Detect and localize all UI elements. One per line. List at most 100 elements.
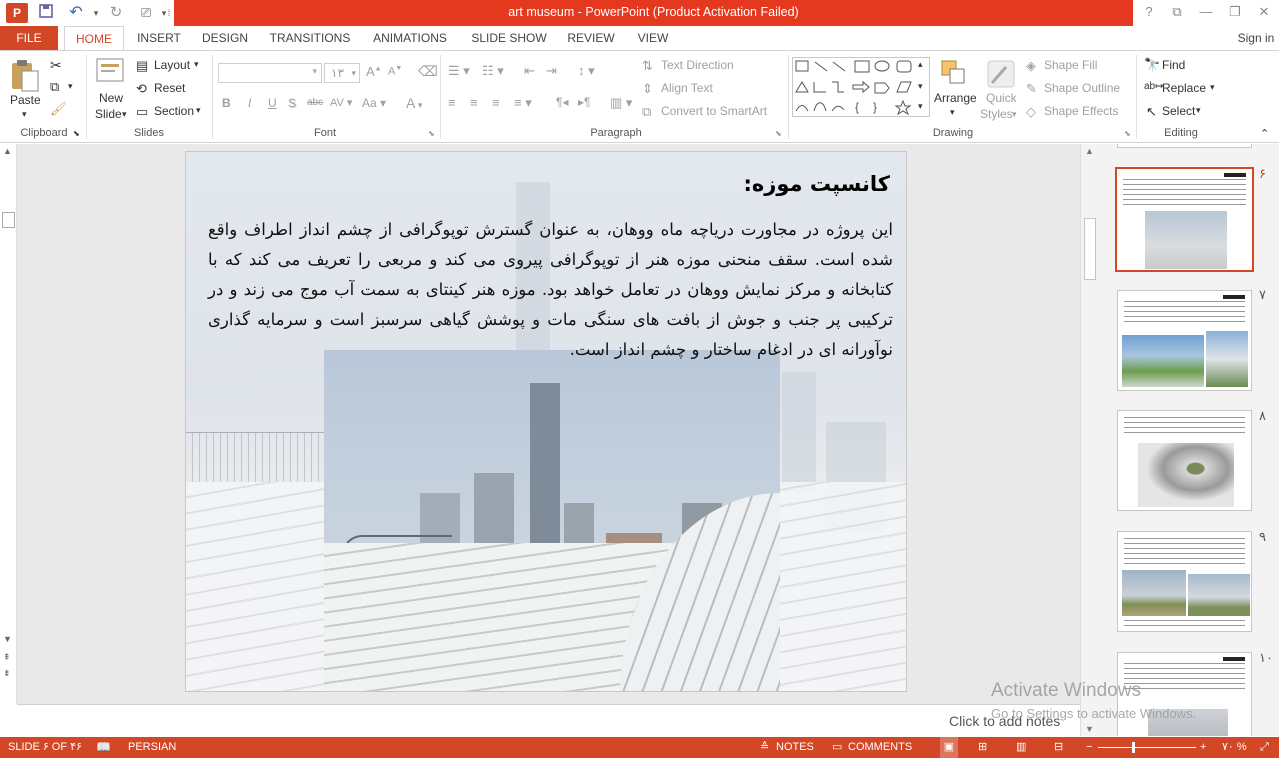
- tab-view[interactable]: VIEW: [632, 26, 674, 50]
- scrollbar-thumb[interactable]: [1084, 218, 1096, 280]
- undo-icon[interactable]: ↶: [66, 3, 86, 23]
- shrink-font-button[interactable]: A▼: [388, 65, 402, 78]
- tab-review[interactable]: REVIEW: [562, 26, 620, 50]
- zoom-level[interactable]: ۷۰ %: [1222, 737, 1247, 758]
- zoom-in-icon[interactable]: +: [1200, 737, 1206, 758]
- text-direction-icon[interactable]: ⇅: [642, 58, 653, 74]
- scroll-down-icon[interactable]: ▼: [3, 634, 12, 644]
- find-button[interactable]: Find: [1162, 58, 1185, 72]
- copy-dropdown-icon[interactable]: ▾: [68, 81, 73, 92]
- italic-button[interactable]: I: [248, 96, 251, 110]
- shapes-gallery[interactable]: {}: [792, 57, 930, 117]
- increase-indent-icon[interactable]: ⇥: [546, 63, 557, 79]
- editor-scrollbar[interactable]: ▲ ▼: [1080, 144, 1098, 736]
- slide-sorter-icon[interactable]: ⊞: [978, 737, 987, 758]
- select-dropdown-icon[interactable]: ▾: [1196, 105, 1201, 116]
- underline-button[interactable]: U: [268, 96, 277, 110]
- help-icon[interactable]: ?: [1135, 0, 1163, 24]
- text-direction-button[interactable]: Text Direction: [661, 58, 734, 72]
- justify-icon[interactable]: ≡ ▾: [514, 95, 532, 111]
- new-slide-icon[interactable]: [94, 55, 126, 87]
- scrollbar-down-icon[interactable]: ▼: [1085, 724, 1094, 734]
- tab-slide-show[interactable]: SLIDE SHOW: [466, 26, 552, 50]
- tab-design[interactable]: DESIGN: [196, 26, 254, 50]
- zoom-out-icon[interactable]: −: [1086, 737, 1092, 758]
- ltr-icon[interactable]: ▸¶: [578, 95, 590, 109]
- shape-fill-button[interactable]: Shape Fill: [1044, 58, 1097, 72]
- notes-pane[interactable]: Click to add notes: [17, 704, 1080, 736]
- align-center-icon[interactable]: ≡: [470, 95, 478, 110]
- language-indicator[interactable]: PERSIAN: [128, 737, 176, 758]
- layout-icon[interactable]: ▤: [136, 58, 148, 74]
- quick-styles-dropdown-icon[interactable]: ▾: [1012, 109, 1017, 120]
- layout-dropdown-icon[interactable]: ▾: [194, 59, 199, 70]
- thumbnail-slide[interactable]: [1115, 167, 1254, 272]
- shape-outline-icon[interactable]: ✎: [1026, 81, 1037, 97]
- shapes-scroll-down-icon[interactable]: ▾: [918, 81, 923, 92]
- slide-title[interactable]: کانسپت موزه:: [743, 172, 890, 196]
- bold-button[interactable]: B: [222, 96, 231, 110]
- section-icon[interactable]: ▭: [136, 104, 148, 120]
- convert-smartart-button[interactable]: Convert to SmartArt: [661, 104, 767, 118]
- reset-icon[interactable]: ⟲: [136, 81, 147, 97]
- tab-transitions[interactable]: TRANSITIONS: [266, 26, 354, 50]
- sign-in-link[interactable]: Sign in: [1236, 26, 1276, 50]
- fit-to-window-icon[interactable]: ⤢: [1260, 737, 1269, 758]
- font-name-input[interactable]: ▾: [218, 63, 322, 83]
- paste-dropdown-icon[interactable]: ▾: [22, 109, 27, 120]
- save-icon[interactable]: [36, 3, 56, 23]
- replace-button[interactable]: Replace: [1162, 81, 1206, 95]
- quick-styles-icon[interactable]: [986, 59, 1016, 89]
- paragraph-launcher-icon[interactable]: ⬊: [775, 129, 782, 138]
- notes-button[interactable]: NOTES: [776, 737, 814, 758]
- align-text-button[interactable]: Align Text: [661, 81, 713, 95]
- shape-effects-button[interactable]: Shape Effects: [1044, 104, 1119, 118]
- spelling-icon[interactable]: 📖: [96, 737, 111, 758]
- clear-formatting-icon[interactable]: ⌫: [418, 63, 438, 80]
- powerpoint-logo-icon[interactable]: P: [6, 3, 28, 23]
- collapse-ribbon-icon[interactable]: ⌃: [1260, 127, 1269, 140]
- thumbnail-partial[interactable]: [1117, 144, 1252, 148]
- change-case-button[interactable]: Aa ▾: [362, 96, 386, 110]
- ribbon-display-icon[interactable]: ⧉: [1163, 0, 1191, 24]
- align-left-icon[interactable]: ≡: [448, 95, 456, 110]
- arrange-icon[interactable]: [940, 59, 970, 89]
- notes-icon[interactable]: ≙: [760, 737, 769, 758]
- tab-file[interactable]: FILE: [0, 26, 58, 50]
- shape-fill-icon[interactable]: ◈: [1026, 58, 1036, 74]
- reading-view-icon[interactable]: ▥: [1016, 737, 1026, 758]
- font-size-input[interactable]: ۱۳ ▾: [324, 63, 360, 83]
- arrange-dropdown-icon[interactable]: ▾: [950, 107, 955, 118]
- smartart-icon[interactable]: ⧉: [642, 104, 651, 120]
- minimize-icon[interactable]: —: [1192, 0, 1220, 24]
- line-spacing-icon[interactable]: ↕ ▾: [578, 63, 595, 79]
- new-slide-button[interactable]: New: [99, 91, 123, 105]
- slide-body-text[interactable]: این پروژه در مجاورت دریاچه ماه ووهان، به…: [208, 215, 893, 365]
- zoom-slider-track[interactable]: [1098, 747, 1196, 748]
- paste-button[interactable]: Paste: [10, 93, 41, 107]
- replace-dropdown-icon[interactable]: ▾: [1210, 82, 1215, 93]
- close-icon[interactable]: ✕: [1250, 0, 1278, 24]
- outline-toggle[interactable]: [2, 212, 15, 228]
- quick-styles-button[interactable]: Quick: [986, 91, 1017, 105]
- arrange-button[interactable]: Arrange: [934, 91, 977, 105]
- new-slide-dropdown-icon[interactable]: ▾: [122, 109, 127, 120]
- shadow-button[interactable]: S: [288, 96, 296, 110]
- next-slide-icon[interactable]: ⇟: [3, 668, 11, 679]
- comments-button[interactable]: COMMENTS: [848, 737, 912, 758]
- tab-home[interactable]: HOME: [64, 26, 124, 51]
- strikethrough-button[interactable]: abc: [307, 97, 323, 108]
- tab-insert[interactable]: INSERT: [132, 26, 186, 50]
- columns-icon[interactable]: ▥ ▾: [610, 95, 632, 111]
- tab-animations[interactable]: ANIMATIONS: [366, 26, 454, 50]
- replace-icon[interactable]: ab↦: [1144, 81, 1164, 92]
- select-icon[interactable]: ↖: [1146, 104, 1157, 120]
- section-button[interactable]: Section: [154, 104, 194, 118]
- redo-icon[interactable]: ↻: [106, 3, 126, 23]
- shape-outline-button[interactable]: Shape Outline: [1044, 81, 1120, 95]
- zoom-slider-thumb[interactable]: [1132, 742, 1135, 753]
- font-color-button[interactable]: A ▾: [406, 95, 422, 111]
- find-icon[interactable]: 🔭: [1144, 57, 1160, 73]
- grow-font-button[interactable]: A▲: [366, 64, 382, 79]
- scrollbar-up-icon[interactable]: ▲: [1085, 146, 1094, 156]
